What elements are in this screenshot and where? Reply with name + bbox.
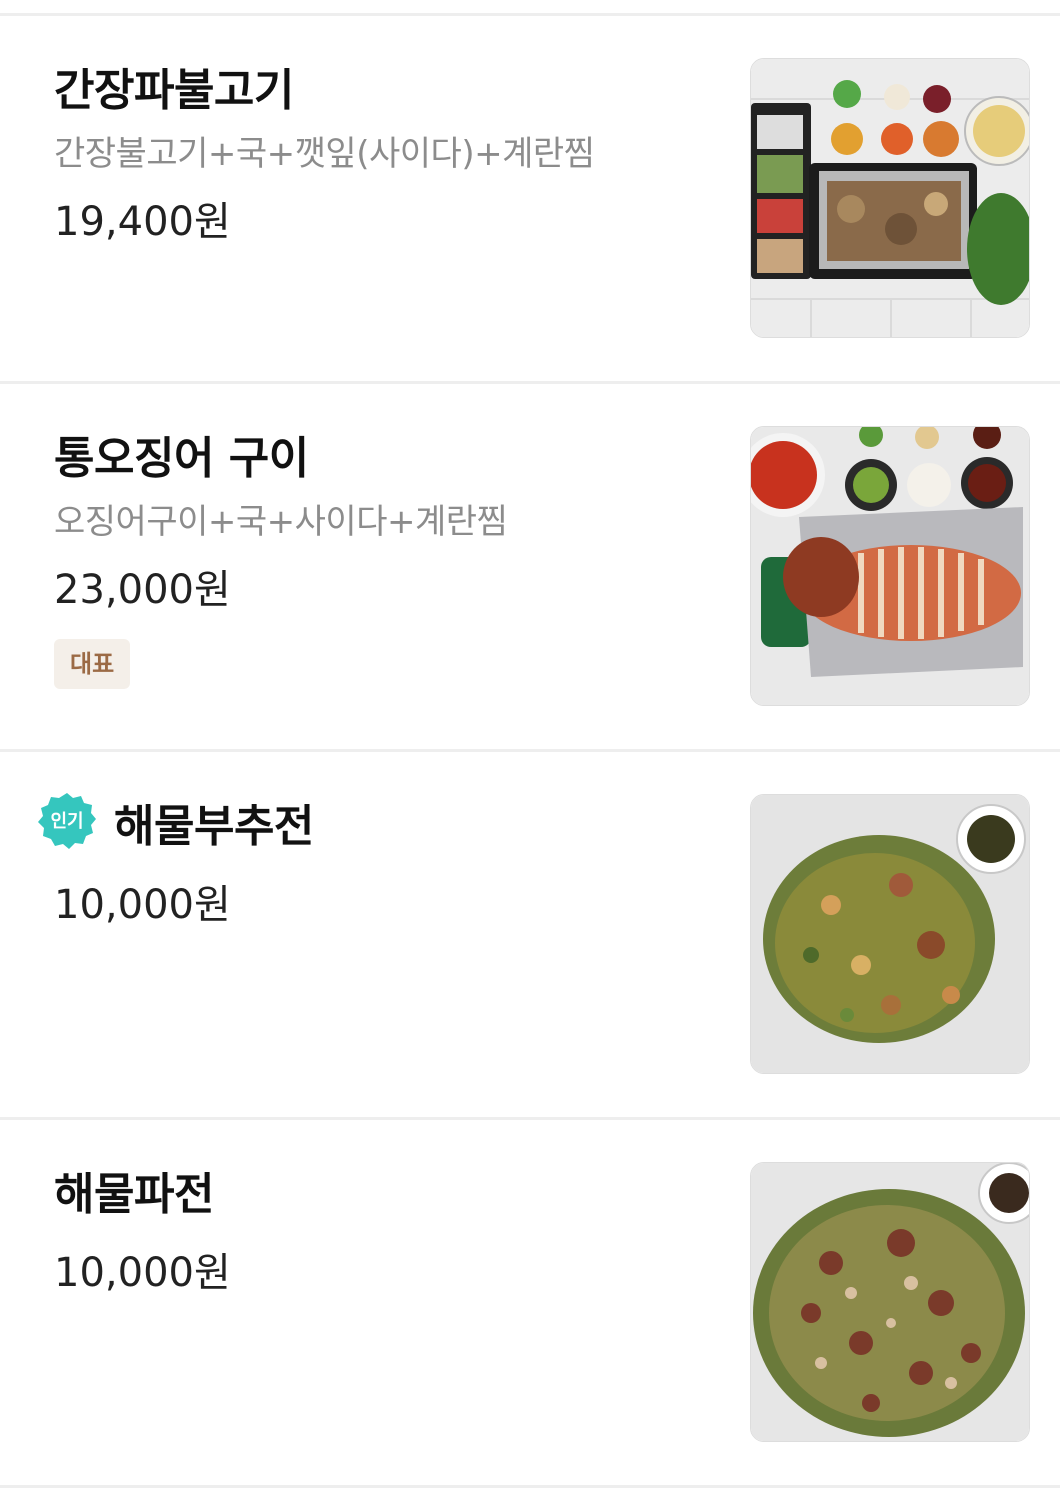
menu-item-name: 해물파전 xyxy=(54,1169,214,1220)
menu-item-photo[interactable] xyxy=(750,426,1030,706)
menu-item-price: 10,000원 xyxy=(54,882,231,928)
menu-item-bulgogi[interactable]: 간장파불고기 간장불고기+국+깻잎(사이다)+계란찜 19,400원 xyxy=(0,16,1060,384)
menu-item-price: 23,000원 xyxy=(54,567,231,613)
menu-item-name: 해물부추전 xyxy=(114,801,314,852)
menu-item-price: 19,400원 xyxy=(54,199,231,245)
menu-item-text: 간장파불고기 간장불고기+국+깻잎(사이다)+계란찜 19,400원 xyxy=(54,56,714,247)
popular-badge-label: 인기 xyxy=(50,811,84,832)
menu-item-seafood-green-onion-pancake[interactable]: 해물파전 10,000원 xyxy=(0,1120,1060,1488)
menu-item-seafood-chive-pancake[interactable]: 인기 해물부추전 10,000원 xyxy=(0,752,1060,1120)
representative-tag: 대표 xyxy=(54,639,131,689)
menu-item-name: 통오징어 구이 xyxy=(54,433,309,484)
menu-item-description: 간장불고기+국+깻잎(사이다)+계란찜 xyxy=(54,134,595,174)
popular-badge: 인기 xyxy=(36,791,98,853)
name-row: 해물파전 xyxy=(54,1160,714,1220)
menu-item-description: 오징어구이+국+사이다+계란찜 xyxy=(54,502,508,542)
name-row: 인기 해물부추전 xyxy=(38,792,714,852)
menu-item-photo[interactable] xyxy=(750,58,1030,338)
menu-item-text: 통오징어 구이 오징어구이+국+사이다+계란찜 23,000원 대표 xyxy=(54,424,714,689)
menu-list: 간장파불고기 간장불고기+국+깻잎(사이다)+계란찜 19,400원 통오징어 … xyxy=(0,16,1060,1488)
menu-item-price: 10,000원 xyxy=(54,1250,231,1296)
menu-item-text: 해물파전 10,000원 xyxy=(54,1160,714,1298)
name-row: 통오징어 구이 xyxy=(54,424,714,484)
top-divider xyxy=(0,0,1060,16)
menu-item-grilled-squid[interactable]: 통오징어 구이 오징어구이+국+사이다+계란찜 23,000원 대표 xyxy=(0,384,1060,752)
menu-item-text: 인기 해물부추전 10,000원 xyxy=(38,792,714,930)
menu-item-photo[interactable] xyxy=(750,794,1030,1074)
menu-item-photo[interactable] xyxy=(750,1162,1030,1442)
menu-item-name: 간장파불고기 xyxy=(54,65,294,116)
name-row: 간장파불고기 xyxy=(54,56,714,116)
